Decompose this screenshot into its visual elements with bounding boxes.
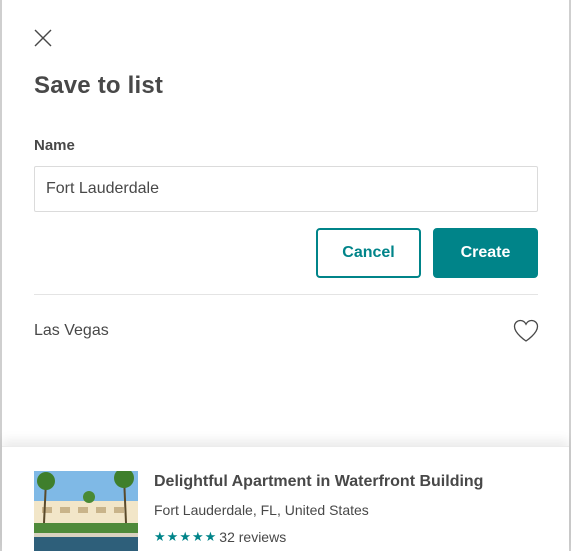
star-rating: ★ ★ ★ ★ ★ xyxy=(154,530,216,544)
star-icon: ★ xyxy=(179,529,191,544)
rating-row: ★ ★ ★ ★ ★ 32 reviews xyxy=(154,529,286,545)
star-icon: ★ xyxy=(166,529,179,544)
list-name-input[interactable] xyxy=(34,166,538,212)
modal-title: Save to list xyxy=(34,72,164,99)
save-to-list-modal: Save to list Name Cancel Create Las Vega… xyxy=(2,0,569,551)
list-item-las-vegas[interactable]: Las Vegas xyxy=(34,310,540,352)
divider xyxy=(34,294,538,295)
listing-card[interactable]: Delightful Apartment in Waterfront Build… xyxy=(2,446,569,551)
listing-thumbnail xyxy=(34,471,138,551)
list-item-label: Las Vegas xyxy=(34,322,109,339)
close-button[interactable] xyxy=(32,27,54,49)
star-icon: ★ xyxy=(191,529,204,544)
create-button[interactable]: Create xyxy=(433,228,538,278)
review-count: 32 reviews xyxy=(219,529,287,545)
heart-outline-icon[interactable] xyxy=(512,318,540,344)
cancel-button[interactable]: Cancel xyxy=(316,228,421,278)
close-icon xyxy=(34,29,52,47)
star-icon: ★ xyxy=(154,529,166,544)
listing-title[interactable]: Delightful Apartment in Waterfront Build… xyxy=(154,473,483,491)
star-icon: ★ xyxy=(204,529,217,544)
listing-location: Fort Lauderdale, FL, United States xyxy=(154,502,369,518)
name-label: Name xyxy=(34,137,75,154)
